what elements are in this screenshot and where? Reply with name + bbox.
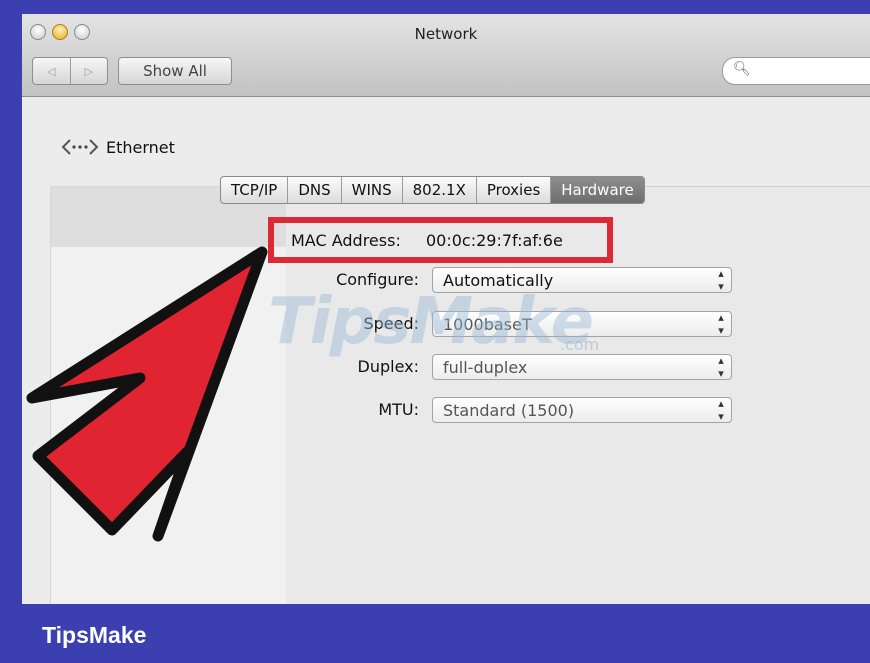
brand-logo: TipsMake xyxy=(42,622,147,648)
pointer-arrow-icon xyxy=(26,246,268,542)
